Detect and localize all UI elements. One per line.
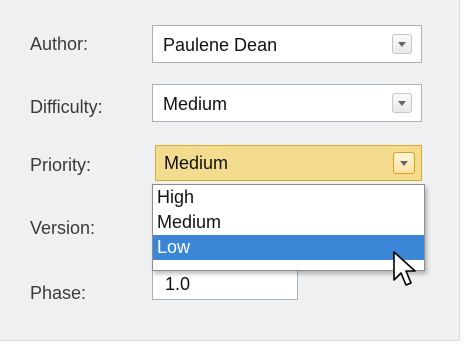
author-combobox[interactable]: Paulene Dean <box>152 25 422 63</box>
difficulty-combobox[interactable]: Medium <box>152 84 422 122</box>
priority-dropdown-list[interactable]: High Medium Low <box>152 184 425 271</box>
phase-input[interactable]: 1.0 <box>152 268 298 300</box>
priority-value: Medium <box>164 153 229 173</box>
author-dropdown-button[interactable] <box>392 34 412 54</box>
chevron-down-icon <box>398 101 406 106</box>
phase-value: 1.0 <box>165 274 191 294</box>
priority-combobox[interactable]: Medium <box>155 145 422 181</box>
chevron-down-icon <box>400 161 408 166</box>
difficulty-dropdown-button[interactable] <box>392 93 412 113</box>
mouse-cursor-icon <box>393 251 416 286</box>
chevron-down-icon <box>398 42 406 47</box>
difficulty-label: Difficulty: <box>30 97 103 117</box>
phase-label: Phase: <box>30 283 87 303</box>
version-label: Version: <box>30 218 96 238</box>
priority-dropdown-button[interactable] <box>393 152 415 174</box>
properties-panel: Author: Paulene Dean Difficulty: Medium … <box>0 0 460 341</box>
priority-option-medium[interactable]: Medium <box>153 210 424 235</box>
priority-option-high[interactable]: High <box>153 185 424 210</box>
author-label: Author: <box>30 34 89 54</box>
priority-label: Priority: <box>30 155 92 175</box>
priority-option-low[interactable]: Low <box>153 235 424 260</box>
difficulty-value: Medium <box>163 94 228 114</box>
author-value: Paulene Dean <box>163 35 278 55</box>
